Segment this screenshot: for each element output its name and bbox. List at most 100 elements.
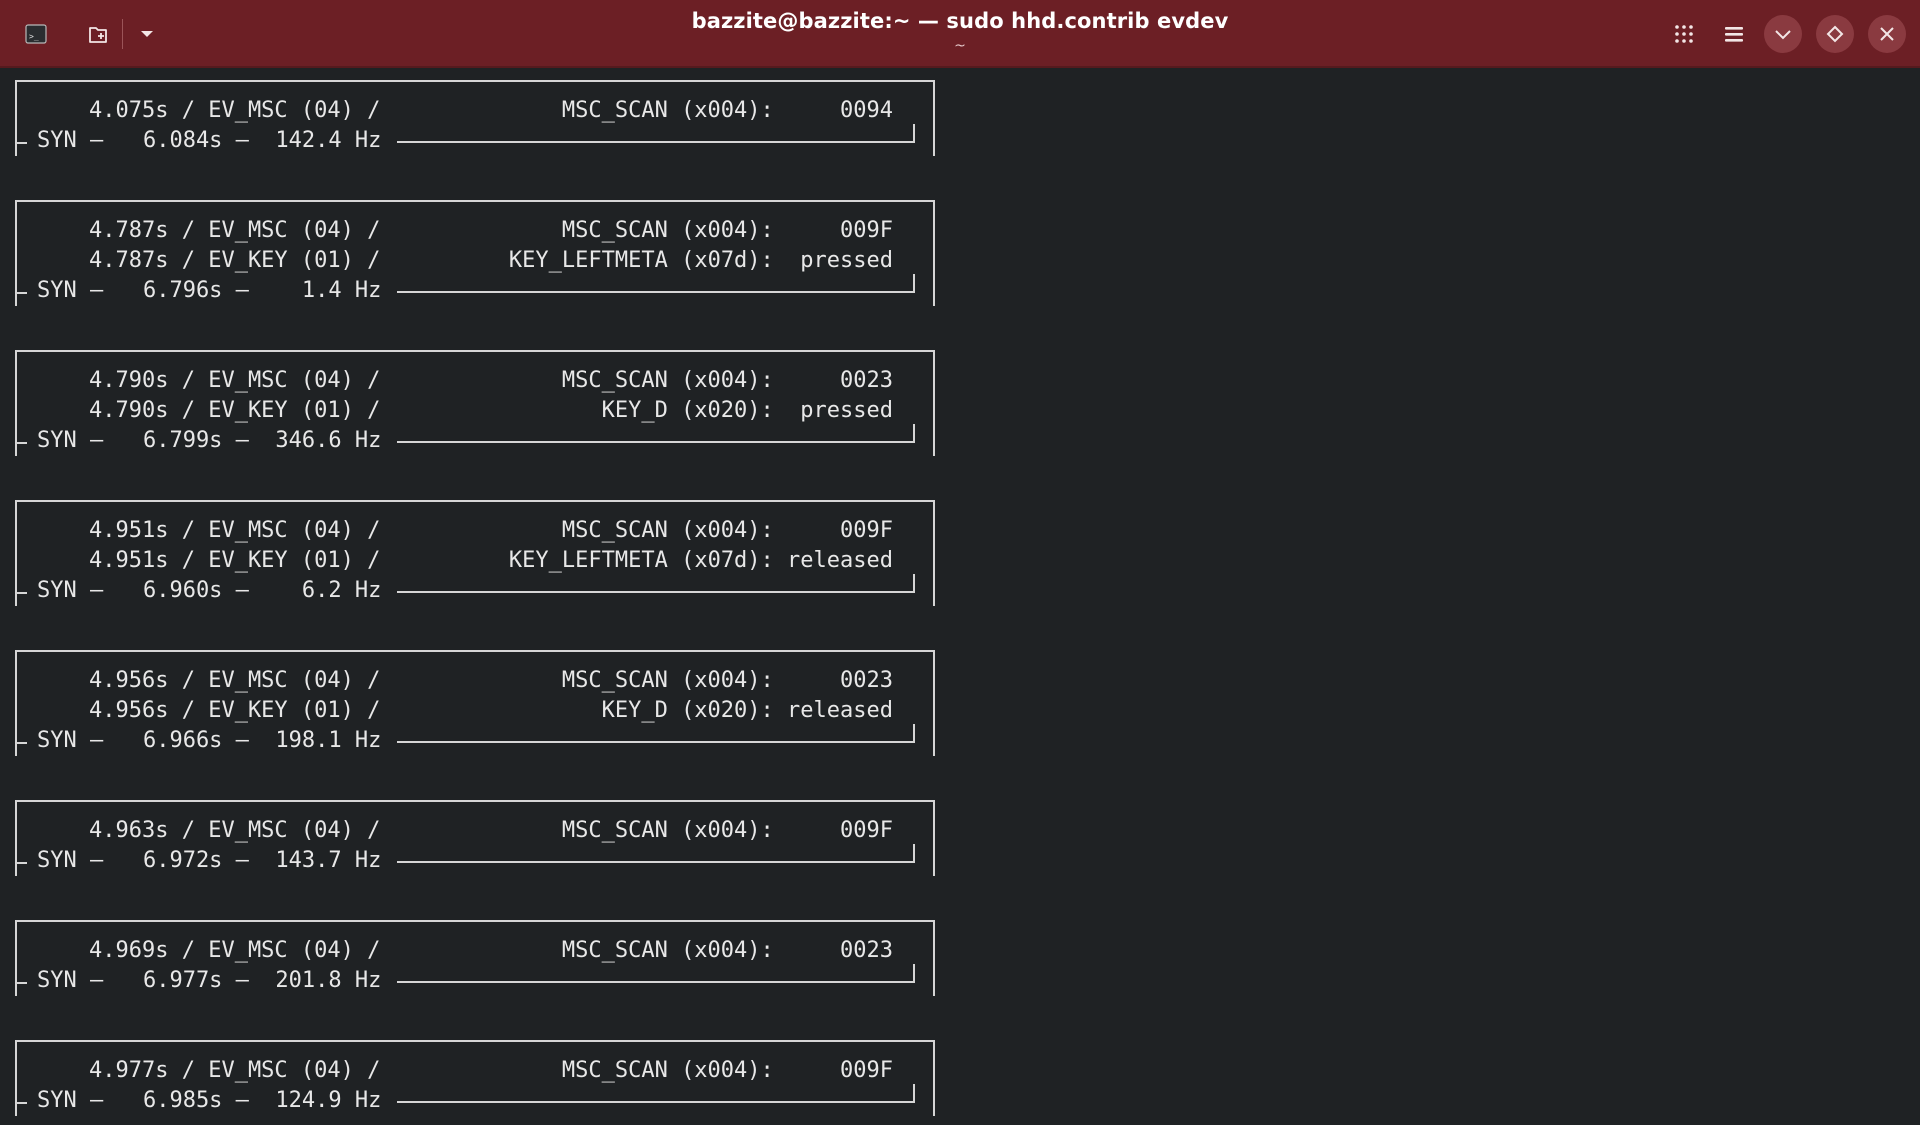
minimize-button[interactable] (1764, 15, 1802, 53)
syn-label: SYN — 6.977s — 201.8 Hz (37, 966, 390, 996)
event-frame: 4.787s / EV_MSC (04) / MSC_SCAN (x004): 0… (15, 200, 935, 306)
event-row: 4.790s / EV_KEY (01) / KEY_D (x020): pres… (17, 396, 913, 426)
grid-button[interactable] (1664, 14, 1704, 54)
syn-row: SYN — 6.985s — 124.9 Hz (15, 1084, 915, 1116)
frame-right-edge (913, 124, 915, 143)
frame-corner (15, 966, 27, 984)
event-code-value: MSC_SCAN (x004): 0023 (561, 668, 893, 693)
event-timestamp-type: 4.956s / EV_KEY (01) / (89, 698, 381, 723)
frame-bottom-line (397, 591, 915, 593)
event-timestamp-type: 4.951s / EV_KEY (01) / (89, 548, 381, 573)
frame-corner (15, 576, 27, 594)
event-code-value: KEY_D (x020): released (601, 698, 893, 723)
syn-label: SYN — 6.799s — 346.6 Hz (37, 426, 390, 456)
frame-bottom-line (397, 441, 915, 443)
frame-right-edge (913, 1084, 915, 1103)
event-code-value: MSC_SCAN (x004): 009F (561, 818, 893, 843)
event-block: 4.787s / EV_MSC (04) / MSC_SCAN (x004): 0… (15, 200, 935, 306)
close-button[interactable] (1868, 15, 1906, 53)
event-block: 4.790s / EV_MSC (04) / MSC_SCAN (x004): 0… (15, 350, 935, 456)
event-timestamp-type: 4.977s / EV_MSC (04) / (89, 1058, 381, 1083)
header-bar: >_ bazzite@bazzite:~ — sudo hhd.contrib … (0, 0, 1920, 68)
event-code-value: MSC_SCAN (x004): 009F (561, 518, 893, 543)
event-row: 4.963s / EV_MSC (04) / MSC_SCAN (x004): 0… (17, 816, 913, 846)
maximize-icon (1826, 25, 1844, 43)
syn-row: SYN — 6.799s — 346.6 Hz (15, 424, 915, 456)
event-row: 4.977s / EV_MSC (04) / MSC_SCAN (x004): 0… (17, 1056, 913, 1086)
event-code-value: MSC_SCAN (x004): 0023 (561, 938, 893, 963)
event-code-value: KEY_LEFTMETA (x07d): pressed (508, 248, 893, 273)
event-timestamp-type: 4.075s / EV_MSC (04) / (89, 98, 381, 123)
event-row: 4.956s / EV_KEY (01) / KEY_D (x020): rele… (17, 696, 913, 726)
main-menu-button[interactable] (1714, 14, 1754, 54)
frame-corner (15, 126, 27, 144)
syn-row: SYN — 6.084s — 142.4 Hz (15, 124, 915, 156)
frame-right-edge (913, 964, 915, 983)
frame-bottom-line (397, 741, 915, 743)
event-row: 4.790s / EV_MSC (04) / MSC_SCAN (x004): 0… (17, 366, 913, 396)
frame-right-edge (913, 844, 915, 863)
frame-bottom-line (397, 981, 915, 983)
frame-right-edge (913, 724, 915, 743)
event-code-value: MSC_SCAN (x004): 009F (561, 218, 893, 243)
syn-row: SYN — 6.977s — 201.8 Hz (15, 964, 915, 996)
event-timestamp-type: 4.969s / EV_MSC (04) / (89, 938, 381, 963)
event-row: 4.787s / EV_MSC (04) / MSC_SCAN (x004): 0… (17, 216, 913, 246)
event-block: 4.963s / EV_MSC (04) / MSC_SCAN (x004): 0… (15, 800, 935, 876)
event-timestamp-type: 4.787s / EV_KEY (01) / (89, 248, 381, 273)
event-code-value: MSC_SCAN (x004): 0094 (561, 98, 893, 123)
maximize-button[interactable] (1816, 15, 1854, 53)
event-timestamp-type: 4.790s / EV_MSC (04) / (89, 368, 381, 393)
event-row: 4.951s / EV_KEY (01) / KEY_LEFTMETA (x07d… (17, 546, 913, 576)
event-code-value: MSC_SCAN (x004): 0023 (561, 368, 893, 393)
event-frame: 4.951s / EV_MSC (04) / MSC_SCAN (x004): 0… (15, 500, 935, 606)
syn-label: SYN — 6.960s — 6.2 Hz (37, 576, 390, 606)
frame-bottom-line (397, 141, 915, 143)
syn-label: SYN — 6.966s — 198.1 Hz (37, 726, 390, 756)
window-title: bazzite@bazzite:~ — sudo hhd.contrib evd… (691, 9, 1229, 33)
event-timestamp-type: 4.956s / EV_MSC (04) / (89, 668, 381, 693)
frame-right-edge (913, 574, 915, 593)
syn-row: SYN — 6.966s — 198.1 Hz (15, 724, 915, 756)
frame-bottom-line (397, 291, 915, 293)
frame-right-edge (913, 424, 915, 443)
syn-label: SYN — 6.972s — 143.7 Hz (37, 846, 390, 876)
event-timestamp-type: 4.790s / EV_KEY (01) / (89, 398, 381, 423)
hamburger-menu-icon (1725, 27, 1743, 42)
event-frame: 4.956s / EV_MSC (04) / MSC_SCAN (x004): 0… (15, 650, 935, 756)
syn-row: SYN — 6.972s — 143.7 Hz (15, 844, 915, 876)
event-frame: 4.790s / EV_MSC (04) / MSC_SCAN (x004): 0… (15, 350, 935, 456)
syn-label: SYN — 6.084s — 142.4 Hz (37, 126, 390, 156)
event-row: 4.787s / EV_KEY (01) / KEY_LEFTMETA (x07d… (17, 246, 913, 276)
event-code-value: KEY_LEFTMETA (x07d): released (508, 548, 893, 573)
grid-icon (1675, 25, 1693, 43)
frame-corner (15, 726, 27, 744)
terminal-view[interactable]: 4.075s / EV_MSC (04) / MSC_SCAN (x004): 0… (0, 68, 1920, 1125)
minimize-icon (1775, 30, 1791, 40)
event-frame: 4.969s / EV_MSC (04) / MSC_SCAN (x004): 0… (15, 920, 935, 996)
frame-corner (15, 1086, 27, 1104)
event-frame: 4.963s / EV_MSC (04) / MSC_SCAN (x004): 0… (15, 800, 935, 876)
frame-bottom-line (397, 861, 915, 863)
event-timestamp-type: 4.951s / EV_MSC (04) / (89, 518, 381, 543)
event-frame: 4.977s / EV_MSC (04) / MSC_SCAN (x004): 0… (15, 1040, 935, 1116)
frame-corner (15, 426, 27, 444)
event-timestamp-type: 4.963s / EV_MSC (04) / (89, 818, 381, 843)
syn-row: SYN — 6.960s — 6.2 Hz (15, 574, 915, 606)
event-row: 4.969s / EV_MSC (04) / MSC_SCAN (x004): 0… (17, 936, 913, 966)
event-row: 4.956s / EV_MSC (04) / MSC_SCAN (x004): 0… (17, 666, 913, 696)
event-row: 4.951s / EV_MSC (04) / MSC_SCAN (x004): 0… (17, 516, 913, 546)
frame-corner (15, 276, 27, 294)
event-block: 4.951s / EV_MSC (04) / MSC_SCAN (x004): 0… (15, 500, 935, 606)
event-row: 4.075s / EV_MSC (04) / MSC_SCAN (x004): 0… (17, 96, 913, 126)
event-frame: 4.075s / EV_MSC (04) / MSC_SCAN (x004): 0… (15, 80, 935, 156)
event-code-value: MSC_SCAN (x004): 009F (561, 1058, 893, 1083)
close-icon (1880, 27, 1894, 41)
header-right-controls (1664, 14, 1906, 54)
frame-right-edge (913, 274, 915, 293)
event-block: 4.956s / EV_MSC (04) / MSC_SCAN (x004): 0… (15, 650, 935, 756)
frame-corner (15, 846, 27, 864)
event-block: 4.075s / EV_MSC (04) / MSC_SCAN (x004): 0… (15, 80, 935, 156)
event-block: 4.969s / EV_MSC (04) / MSC_SCAN (x004): 0… (15, 920, 935, 996)
window-subtitle: ~ (954, 38, 966, 54)
